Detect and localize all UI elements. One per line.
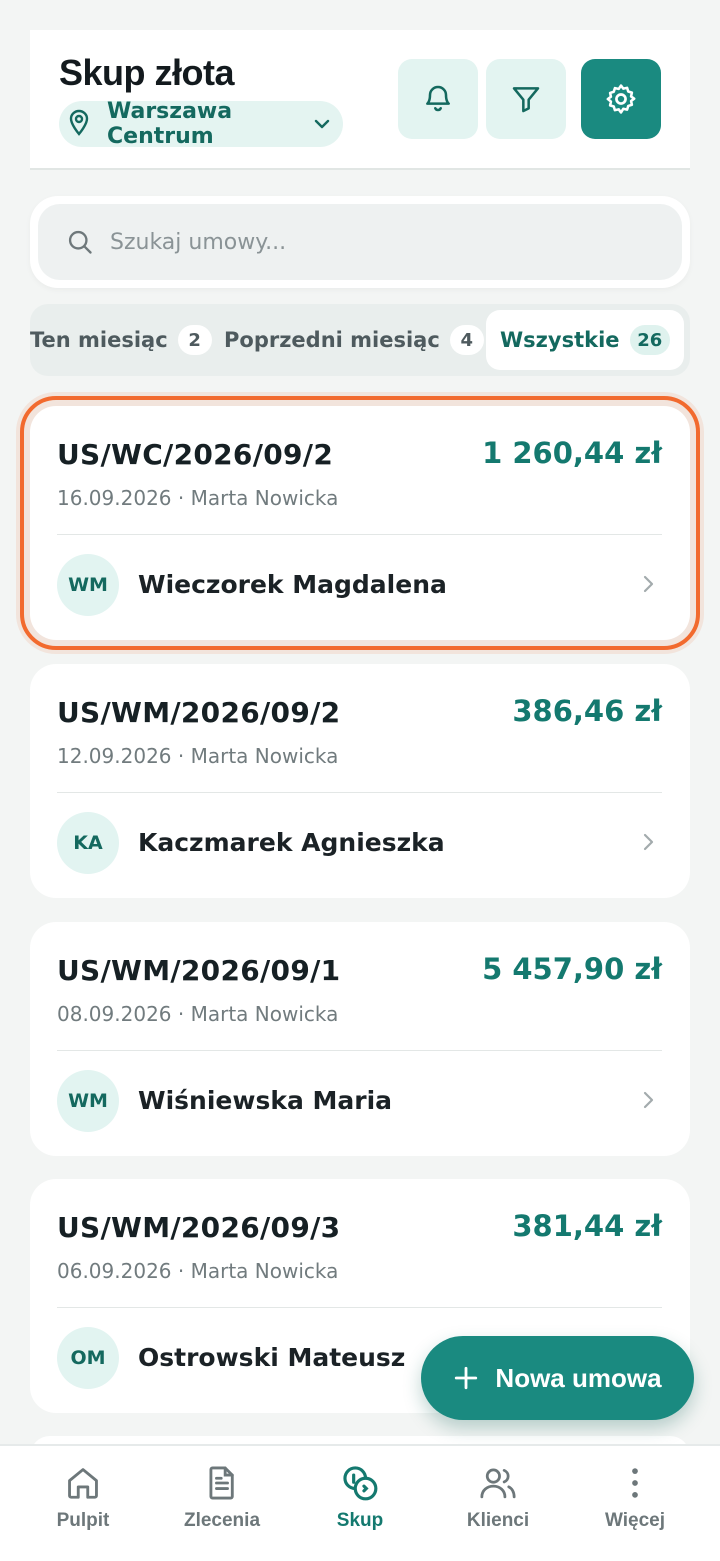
more-vertical-icon — [632, 1468, 638, 1498]
app-header: Skup złota Warszawa Centrum — [30, 30, 690, 170]
plus-icon — [455, 1366, 478, 1390]
nav-item-skup[interactable]: Skup — [288, 1464, 432, 1532]
tab-count-badge: 4 — [449, 325, 484, 355]
contract-number: US/WM/2026/09/1 — [57, 954, 341, 987]
document-icon — [209, 1466, 234, 1500]
client-name: Kaczmarek Agnieszka — [138, 828, 445, 857]
contract-number: US/WM/2026/09/2 — [57, 696, 341, 729]
filter-button[interactable] — [486, 59, 566, 139]
new-contract-button[interactable]: Nowa umowa — [421, 1336, 694, 1420]
tab-all[interactable]: Wszystkie 26 — [486, 310, 684, 370]
contract-amount: 381,44 zł — [512, 1209, 662, 1243]
period-tabs: Ten miesiąc 2 Poprzedni miesiąc 4 Wszyst… — [30, 304, 690, 376]
avatar: OM — [57, 1327, 119, 1389]
tab-label: Wszystkie — [500, 328, 620, 352]
search-input[interactable] — [110, 229, 630, 255]
nav-label: Więcej — [604, 1510, 666, 1531]
nav-label: Skup — [336, 1510, 384, 1531]
client-name: Wieczorek Magdalena — [138, 570, 447, 599]
notifications-button[interactable] — [398, 59, 478, 139]
contract-card[interactable]: US/WC/2026/09/2 1 260,44 zł 16.09.2026 ·… — [20, 396, 700, 650]
contract-amount: 1 260,44 zł — [482, 436, 662, 470]
chevron-right-icon — [643, 575, 654, 593]
chevron-right-icon — [643, 833, 654, 851]
contract-meta: 08.09.2026 · Marta Nowicka — [57, 1002, 339, 1026]
bell-icon — [426, 85, 450, 112]
divider — [57, 792, 662, 793]
avatar: WM — [57, 1070, 119, 1132]
nav-item-wiecej[interactable]: Więcej — [563, 1464, 707, 1532]
page-title: Skup złota — [59, 52, 235, 93]
tab-this-month[interactable]: Ten miesiąc 2 — [30, 310, 226, 370]
contract-meta: 12.09.2026 · Marta Nowicka — [57, 744, 339, 768]
chevron-right-icon — [643, 1091, 654, 1109]
contract-meta: 16.09.2026 · Marta Nowicka — [57, 486, 339, 510]
nav-label: Pulpit — [56, 1510, 110, 1531]
branch-label: Warszawa Centrum — [107, 99, 233, 149]
tab-count-badge: 2 — [177, 325, 212, 355]
contract-amount: 386,46 zł — [512, 694, 662, 728]
nav-label: Zlecenia — [183, 1510, 261, 1531]
new-contract-label: Nowa umowa — [495, 1362, 662, 1393]
tab-label: Poprzedni miesiąc — [224, 328, 440, 352]
nav-item-zlecenia[interactable]: Zlecenia — [150, 1464, 294, 1532]
chevron-down-icon — [314, 119, 330, 129]
coins-icon — [343, 1466, 378, 1501]
gear-icon — [606, 84, 636, 114]
location-pin-icon — [69, 109, 89, 136]
filter-icon — [512, 87, 540, 113]
client-name: Ostrowski Mateusz — [138, 1343, 406, 1372]
nav-item-klienci[interactable]: Klienci — [426, 1464, 570, 1532]
users-icon — [480, 1468, 516, 1499]
avatar: WM — [57, 554, 119, 616]
contract-card[interactable]: US/WM/2026/09/1 5 457,90 zł 08.09.2026 ·… — [30, 922, 690, 1156]
nav-label: Klienci — [466, 1510, 530, 1531]
divider — [57, 1050, 662, 1051]
bottom-navigation: Pulpit Zlecenia Skup Klienci Więcej — [0, 1444, 720, 1561]
tab-previous-month[interactable]: Poprzedni miesiąc 4 — [210, 310, 498, 370]
search-bar[interactable] — [38, 204, 682, 280]
divider — [57, 534, 662, 535]
nav-item-pulpit[interactable]: Pulpit — [11, 1464, 155, 1532]
avatar: KA — [57, 812, 119, 874]
search-container — [30, 196, 690, 288]
tab-count-badge: 26 — [629, 325, 670, 355]
search-icon — [68, 230, 92, 254]
home-icon — [68, 1468, 98, 1499]
contract-amount: 5 457,90 zł — [482, 952, 662, 986]
contract-number: US/WM/2026/09/3 — [57, 1211, 341, 1244]
client-name: Wiśniewska Maria — [138, 1086, 393, 1115]
tab-label: Ten miesiąc — [30, 328, 168, 352]
branch-selector[interactable]: Warszawa Centrum — [59, 99, 343, 149]
settings-button[interactable] — [581, 59, 661, 139]
contract-meta: 06.09.2026 · Marta Nowicka — [57, 1259, 339, 1283]
divider — [57, 1307, 662, 1308]
contract-card[interactable]: US/WM/2026/09/2 386,46 zł 12.09.2026 · M… — [30, 664, 690, 898]
contract-number: US/WC/2026/09/2 — [57, 438, 334, 471]
